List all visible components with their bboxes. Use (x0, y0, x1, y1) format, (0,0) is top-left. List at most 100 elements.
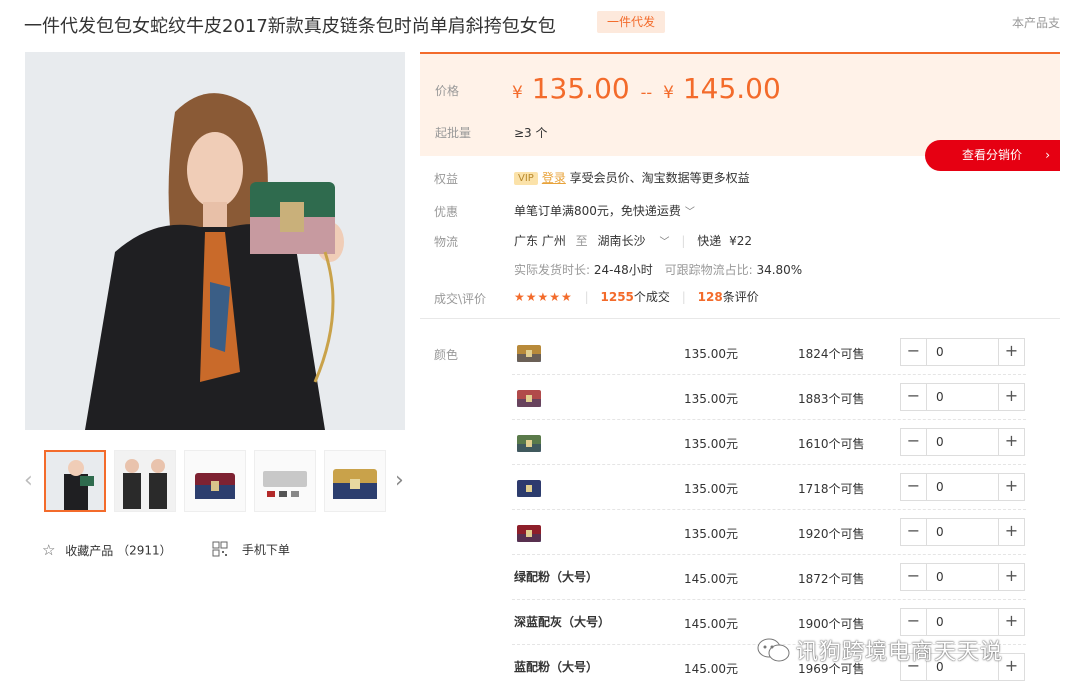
sku-color-thumbnail[interactable] (514, 427, 544, 457)
minus-icon[interactable]: − (901, 339, 927, 365)
quantity-stepper: −+ (900, 428, 1025, 456)
sku-price: 135.00元 (684, 437, 738, 451)
star-outline-icon: ☆ (42, 541, 56, 559)
price-high: 145.00 (682, 72, 781, 105)
sku-stock: 1920个可售 (798, 527, 865, 541)
destination-select[interactable]: 湖南长沙 (598, 234, 646, 248)
quantity-input[interactable] (928, 384, 998, 410)
reviews-row: ★★★★★ | 1255个成交 | 128条评价 (514, 288, 759, 305)
favorite-product[interactable]: ☆ 收藏产品 （2911） (42, 541, 172, 563)
plus-icon[interactable]: + (998, 384, 1024, 410)
plus-icon[interactable]: + (998, 429, 1024, 455)
moq-value: ≥3 个 (514, 126, 548, 140)
quantity-stepper: −+ (900, 473, 1025, 501)
rights-text: 享受会员价、淘宝数据等更多权益 (569, 171, 750, 185)
promo-text: 单笔订单满800元，免快递运费 (514, 204, 681, 218)
dist-button-label: 查看分销价 (962, 148, 1023, 162)
thumbnail-strip: ‹ › (20, 450, 415, 514)
review-count[interactable]: 128 (698, 290, 723, 304)
rights-label: 权益 (434, 172, 459, 186)
deals-count[interactable]: 1255 (601, 290, 634, 304)
divider: | (681, 290, 686, 304)
sku-price: 135.00元 (684, 392, 738, 406)
price-low: 135.00 (531, 72, 630, 105)
thumbnail-5[interactable] (324, 450, 386, 512)
thumb-prev-icon[interactable]: ‹ (24, 470, 38, 492)
color-label: 颜色 (434, 348, 459, 362)
thumbnail-4[interactable] (254, 450, 316, 512)
currency-symbol: ¥ (512, 83, 523, 103)
reviews-label: 成交\评价 (434, 292, 487, 306)
quantity-stepper: −+ (900, 383, 1025, 411)
chevron-down-icon[interactable]: ﹀ (660, 237, 670, 248)
watermark: 讯狗跨境电商天天说 (752, 632, 1042, 668)
quantity-input[interactable] (928, 474, 998, 500)
sku-price: 135.00元 (684, 347, 738, 361)
sku-color-thumbnail[interactable] (514, 337, 544, 367)
divider: | (584, 290, 589, 304)
sku-stock: 1610个可售 (798, 437, 865, 451)
divider: | (681, 234, 686, 248)
view-distribution-price-button[interactable]: 查看分销价 › (925, 140, 1060, 171)
sku-row: 135.00元1920个可售−+ (512, 510, 1026, 555)
quantity-input[interactable] (928, 339, 998, 365)
logistics-row: 广东 广州 至 湖南长沙 ﹀ | 快递 ¥22 (514, 232, 752, 249)
product-title: 一件代发包包女蛇纹牛皮2017新款真皮链条包时尚单肩斜挎包女包 (24, 16, 556, 37)
vip-badge-icon: VIP (514, 172, 538, 185)
quantity-stepper: −+ (900, 338, 1025, 366)
sku-price: 145.00元 (684, 617, 738, 631)
dropship-badge: 一件代发 (597, 11, 666, 33)
plus-icon[interactable]: + (998, 474, 1024, 500)
sku-color-thumbnail[interactable] (514, 472, 544, 502)
sku-price: 135.00元 (684, 482, 738, 496)
minus-icon[interactable]: − (901, 564, 927, 590)
promo-label: 优惠 (434, 205, 459, 219)
express-label: 快递 (697, 234, 722, 248)
favorite-count: （2911） (117, 543, 172, 558)
mobile-order[interactable]: 手机下单 (212, 541, 290, 563)
login-link[interactable]: 登录 (542, 171, 566, 185)
wechat-icon (757, 638, 790, 662)
quantity-input[interactable] (928, 519, 998, 545)
express-fee: ¥22 (729, 234, 752, 248)
star-rating-icon: ★★★★★ (514, 290, 573, 304)
promo-row[interactable]: 单笔订单满800元，免快递运费 ﹀ (514, 202, 695, 219)
chevron-down-icon: ﹀ (684, 207, 695, 218)
plus-icon[interactable]: + (998, 519, 1024, 545)
sku-price: 145.00元 (684, 662, 738, 676)
sku-stock: 1872个可售 (798, 572, 865, 586)
thumb-next-icon[interactable]: › (395, 470, 409, 492)
sku-stock: 1718个可售 (798, 482, 865, 496)
watermark-text: 讯狗跨境电商天天说 (796, 640, 1004, 665)
title-row: 一件代发包包女蛇纹牛皮2017新款真皮链条包时尚单肩斜挎包女包 一件代发 本产品… (22, 8, 1066, 38)
track-value: 34.80% (756, 263, 803, 277)
sku-name: 蓝配粉（大号） (514, 660, 599, 674)
to-text: 至 (575, 234, 588, 248)
sku-price: 145.00元 (684, 572, 738, 586)
quantity-stepper: −+ (900, 518, 1025, 546)
thumbnail-3[interactable] (184, 450, 246, 512)
track-label: 可跟踪物流占比: (664, 263, 753, 277)
minus-icon[interactable]: − (901, 519, 927, 545)
currency-symbol: ¥ (663, 83, 674, 103)
minus-icon[interactable]: − (901, 474, 927, 500)
support-note: 本产品支 (1011, 16, 1060, 30)
price-range: ¥ 135.00 -- ¥ 145.00 (512, 72, 781, 105)
sku-color-thumbnail[interactable] (514, 517, 544, 547)
quantity-input[interactable] (928, 429, 998, 455)
origin-city: 广东 广州 (514, 234, 566, 248)
quantity-input[interactable] (928, 564, 998, 590)
plus-icon[interactable]: + (998, 564, 1024, 590)
sku-color-thumbnail[interactable] (514, 382, 544, 412)
minus-icon[interactable]: − (901, 429, 927, 455)
minus-icon[interactable]: − (901, 384, 927, 410)
chevron-right-icon: › (1045, 148, 1050, 162)
thumbnail-1[interactable] (44, 450, 106, 512)
deals-suffix: 个成交 (633, 290, 670, 304)
ship-time-value: 24-48小时 (593, 263, 653, 277)
plus-icon[interactable]: + (998, 339, 1024, 365)
sku-stock: 1900个可售 (798, 617, 865, 631)
thumbnail-2[interactable] (114, 450, 176, 512)
sku-row: 135.00元1824个可售−+ (512, 330, 1026, 375)
moq-label: 起批量 (435, 126, 472, 140)
